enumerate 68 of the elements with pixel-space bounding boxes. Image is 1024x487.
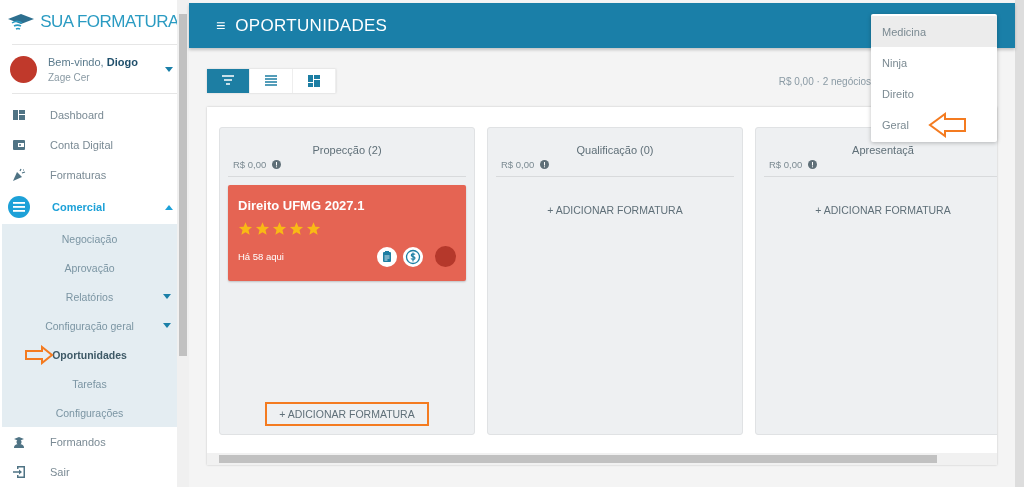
party-popper-icon	[12, 168, 26, 182]
logo-text: SUA FORMATURA	[40, 12, 179, 33]
deal-card[interactable]: Direito UFMG 2027.1 Há 58 aqui	[228, 185, 466, 281]
wallet-icon	[12, 138, 26, 152]
dropdown-item[interactable]: Ninja	[882, 56, 908, 69]
add-button[interactable]: + ADICIONAR FORMATURA	[803, 200, 963, 220]
info-icon[interactable]	[808, 160, 818, 169]
caret-icon	[163, 294, 171, 299]
nav-item[interactable]: Conta Digital	[0, 130, 177, 160]
nav-item[interactable]: Formaturas	[0, 160, 177, 190]
company-name: Zage Cer	[48, 71, 91, 83]
arrow-icon	[24, 345, 54, 365]
summary-text: R$ 0,00 · 2 negócios	[778, 75, 871, 87]
caret-icon	[165, 204, 173, 210]
nav-item[interactable]: Sair	[0, 457, 177, 487]
horizontal-scrollbar[interactable]	[207, 453, 997, 465]
caret-icon[interactable]	[165, 66, 173, 72]
column-title: Qualificação (0)	[575, 144, 655, 156]
column-total: R$ 0,00	[233, 159, 267, 170]
submenu-item[interactable]: Tarefas	[72, 377, 107, 390]
column-total: R$ 0,00	[769, 159, 803, 170]
info-icon[interactable]	[272, 160, 282, 169]
scrollbar[interactable]	[1015, 0, 1024, 487]
menu-icon	[8, 196, 30, 218]
list-icon	[265, 75, 277, 87]
arrow-icon	[927, 112, 967, 138]
column-title: Apresentaçã	[851, 144, 915, 156]
column-total: R$ 0,00	[501, 159, 535, 170]
dropdown-item[interactable]: Direito	[882, 87, 914, 100]
avatar	[435, 246, 456, 267]
caret-icon	[163, 323, 171, 328]
menu-icon[interactable]: ≡	[216, 16, 226, 35]
dropdown-item[interactable]: Geral	[882, 118, 909, 131]
nav-item[interactable]: Comercial	[0, 190, 177, 224]
welcome-text: Bem-vindo, Diogo	[48, 55, 139, 68]
card-age: Há 58 aqui	[238, 251, 285, 262]
add-button[interactable]: + ADICIONAR FORMATURA	[535, 200, 695, 220]
exit-icon	[12, 465, 26, 479]
filter-icon	[222, 75, 234, 87]
submenu-item[interactable]: Relatórios	[65, 290, 114, 303]
card-title: Direito UFMG 2027.1	[238, 198, 366, 213]
submenu-item[interactable]: Oportunidades	[52, 348, 127, 361]
add-button[interactable]: + ADICIONAR FORMATURA	[265, 402, 429, 426]
view-toggle-button[interactable]	[250, 69, 293, 93]
submenu-item[interactable]: Configuração geral	[45, 319, 134, 332]
student-icon	[12, 435, 26, 449]
submenu-item[interactable]: Aprovação	[64, 261, 115, 274]
nav-item[interactable]: Formandos	[0, 427, 177, 457]
info-icon[interactable]	[540, 160, 550, 169]
grid-icon	[308, 75, 320, 87]
star-icon	[255, 221, 270, 236]
dropdown-item[interactable]: Medicina	[882, 25, 927, 38]
clipboard-icon[interactable]	[377, 246, 397, 267]
column-title: Propecção (2)	[311, 144, 383, 156]
star-icon	[272, 221, 287, 236]
avatar	[10, 55, 37, 83]
scrollbar[interactable]	[177, 0, 189, 487]
view-toggle-button[interactable]	[293, 69, 336, 93]
dashboard-icon	[12, 108, 26, 122]
view-toggle-button[interactable]	[207, 69, 250, 93]
star-icon	[289, 221, 304, 236]
star-icon	[238, 221, 253, 236]
page-title: OPORTUNIDADES	[235, 15, 388, 36]
submenu-item[interactable]: Configurações	[55, 406, 124, 419]
star-icon	[306, 221, 321, 236]
submenu-item[interactable]: Negociação	[61, 232, 118, 245]
dollar-icon[interactable]	[403, 246, 423, 267]
nav-item[interactable]: Dashboard	[0, 100, 177, 130]
